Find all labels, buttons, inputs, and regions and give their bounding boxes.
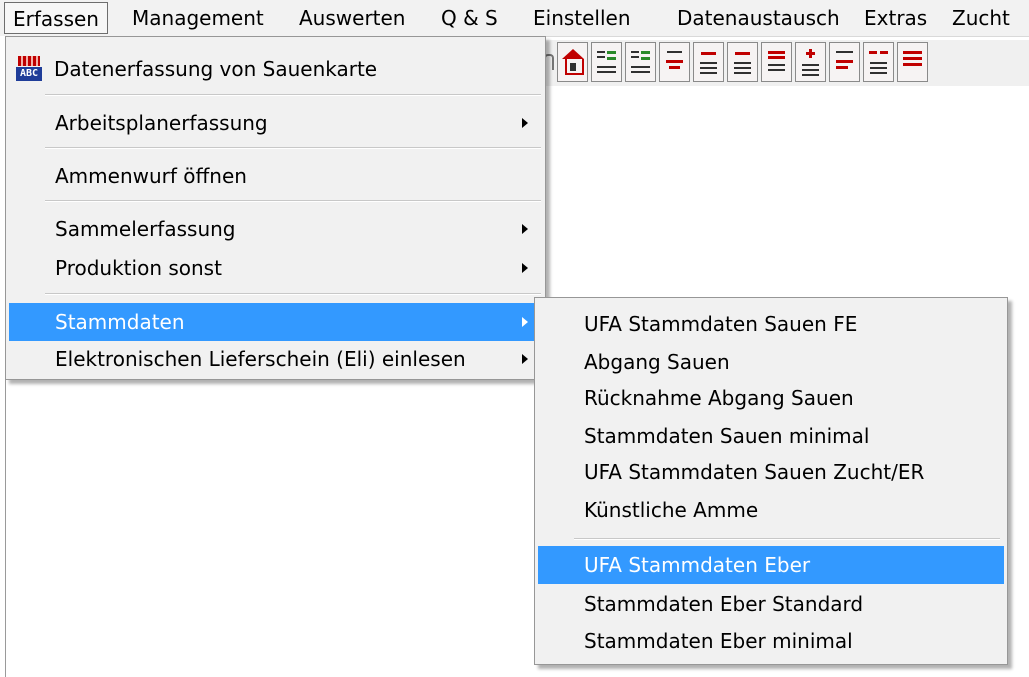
menu-separator	[574, 538, 1000, 540]
erfassen-menu: ABC Datenerfassung von Sauenkarte Arbeit…	[5, 36, 546, 380]
submenu-item-kuenstliche-amme[interactable]: Künstliche Amme	[538, 491, 1004, 529]
submenu-item-eber-minimal[interactable]: Stammdaten Eber minimal	[538, 622, 1004, 660]
menu-item-arbeitsplanerfassung[interactable]: Arbeitsplanerfassung	[9, 104, 542, 142]
menu-erfassen[interactable]: Erfassen	[4, 2, 108, 34]
menu-einstellen[interactable]: Einstellen	[525, 2, 639, 34]
submenu-arrow-icon	[522, 263, 528, 273]
submenu-item-ruecknahme-abgang-sauen[interactable]: Rücknahme Abgang Sauen	[538, 379, 1004, 417]
barn-icon[interactable]	[557, 42, 588, 82]
sort-desc-icon[interactable]	[591, 42, 622, 82]
menu-item-sammelerfassung[interactable]: Sammelerfassung	[9, 210, 542, 248]
menu-management[interactable]: Management	[124, 2, 272, 34]
submenu-item-ufa-sauen-fe[interactable]: UFA Stammdaten Sauen FE	[538, 305, 1004, 343]
menu-item-ammenwurf-oeffnen[interactable]: Ammenwurf öffnen	[9, 157, 542, 195]
submenu-item-abgang-sauen[interactable]: Abgang Sauen	[538, 343, 1004, 381]
abc-sow-card-icon: ABC	[16, 56, 42, 81]
stammdaten-submenu: UFA Stammdaten Sauen FE Abgang Sauen Rüc…	[534, 297, 1008, 665]
submenu-arrow-icon	[522, 118, 528, 128]
menu-separator	[45, 293, 541, 295]
sort-asc-icon[interactable]	[625, 42, 656, 82]
menu-item-datenerfassung-sauenkarte[interactable]: ABC Datenerfassung von Sauenkarte	[9, 50, 542, 88]
menu-zucht[interactable]: Zucht	[944, 2, 1018, 34]
submenu-item-eber-standard[interactable]: Stammdaten Eber Standard	[538, 585, 1004, 623]
submenu-arrow-icon	[522, 354, 528, 364]
count-132-icon[interactable]	[659, 42, 690, 82]
submenu-arrow-icon	[522, 224, 528, 234]
pig-list-2-icon[interactable]	[727, 42, 758, 82]
menu-separator	[45, 147, 541, 149]
submenu-item-ufa-stammdaten-eber[interactable]: UFA Stammdaten Eber	[538, 546, 1004, 584]
menu-separator	[45, 94, 541, 96]
menu-datenaustausch[interactable]: Datenaustausch	[669, 2, 848, 34]
menu-bar: Erfassen Management Auswerten Q & S Eins…	[0, 0, 1029, 37]
pig-465-icon[interactable]	[829, 42, 860, 82]
menu-item-stammdaten[interactable]: Stammdaten	[9, 303, 542, 341]
submenu-arrow-icon	[522, 317, 528, 327]
menu-item-eli-einlesen[interactable]: Elektronischen Lieferschein (Eli) einles…	[9, 340, 542, 378]
menu-separator	[45, 200, 541, 202]
menu-item-produktion-sonst[interactable]: Produktion sonst	[9, 249, 542, 287]
add-pig-icon[interactable]	[795, 42, 826, 82]
pig-list-icon[interactable]	[693, 42, 724, 82]
pig-group-icon[interactable]	[863, 42, 894, 82]
menu-q-und-s[interactable]: Q & S	[433, 2, 506, 34]
menu-extras[interactable]: Extras	[856, 2, 935, 34]
submenu-item-ufa-sauen-zucht-er[interactable]: UFA Stammdaten Sauen Zucht/ER	[538, 453, 1004, 491]
toolbar	[538, 40, 1029, 86]
pig-list-3-icon[interactable]	[761, 42, 792, 82]
menu-auswerten[interactable]: Auswerten	[291, 2, 413, 34]
submenu-item-sauen-minimal[interactable]: Stammdaten Sauen minimal	[538, 417, 1004, 455]
pig-red-icon[interactable]	[897, 42, 928, 82]
